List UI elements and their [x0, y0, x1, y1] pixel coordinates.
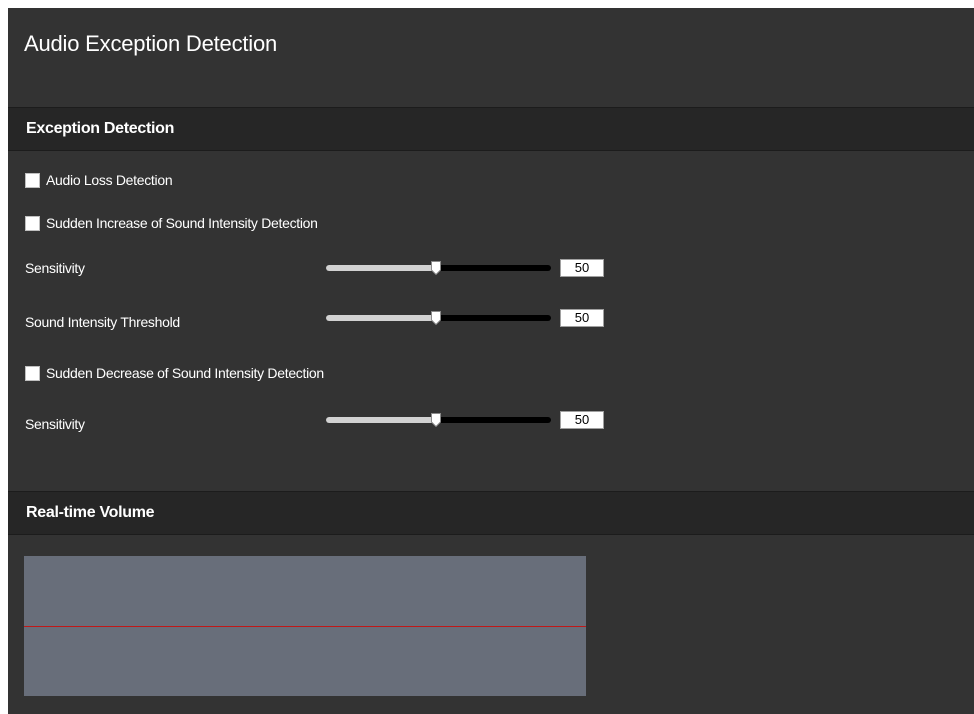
volume-threshold-line [24, 626, 586, 627]
decrease-sensitivity-value[interactable]: 50 [560, 411, 604, 429]
page-title: Audio Exception Detection [24, 31, 278, 56]
realtime-volume-title: Real-time Volume [26, 504, 155, 521]
slider-thumb-icon[interactable] [431, 413, 441, 427]
audio-loss-checkbox[interactable] [25, 172, 40, 188]
threshold-label: Sound Intensity Threshold [25, 314, 180, 330]
decrease-sensitivity-slider[interactable] [326, 411, 551, 429]
audio-loss-label: Audio Loss Detection [46, 172, 173, 188]
audio-loss-option[interactable]: Audio Loss Detection [25, 171, 173, 189]
sudden-decrease-option[interactable]: Sudden Decrease of Sound Intensity Detec… [25, 364, 324, 382]
decrease-sensitivity-label: Sensitivity [25, 416, 85, 432]
slider-fill [326, 315, 436, 321]
increase-sensitivity-value[interactable]: 50 [560, 259, 604, 277]
slider-fill [326, 265, 436, 271]
increase-sensitivity-label: Sensitivity [25, 260, 85, 276]
slider-thumb-icon[interactable] [431, 261, 441, 275]
sudden-increase-option[interactable]: Sudden Increase of Sound Intensity Detec… [25, 214, 318, 232]
sudden-decrease-checkbox[interactable] [25, 365, 40, 381]
sudden-decrease-label: Sudden Decrease of Sound Intensity Detec… [46, 365, 324, 381]
increase-sensitivity-slider[interactable] [326, 259, 551, 277]
sudden-increase-label: Sudden Increase of Sound Intensity Detec… [46, 215, 318, 231]
realtime-volume-header: Real-time Volume [8, 491, 974, 535]
threshold-value[interactable]: 50 [560, 309, 604, 327]
settings-panel: Audio Exception Detection Exception Dete… [8, 8, 974, 714]
exception-detection-title: Exception Detection [26, 120, 175, 137]
slider-fill [326, 417, 436, 423]
slider-thumb-icon[interactable] [431, 311, 441, 325]
exception-detection-header: Exception Detection [8, 107, 974, 151]
volume-meter [24, 556, 586, 696]
threshold-slider[interactable] [326, 309, 551, 327]
sudden-increase-checkbox[interactable] [25, 215, 40, 231]
